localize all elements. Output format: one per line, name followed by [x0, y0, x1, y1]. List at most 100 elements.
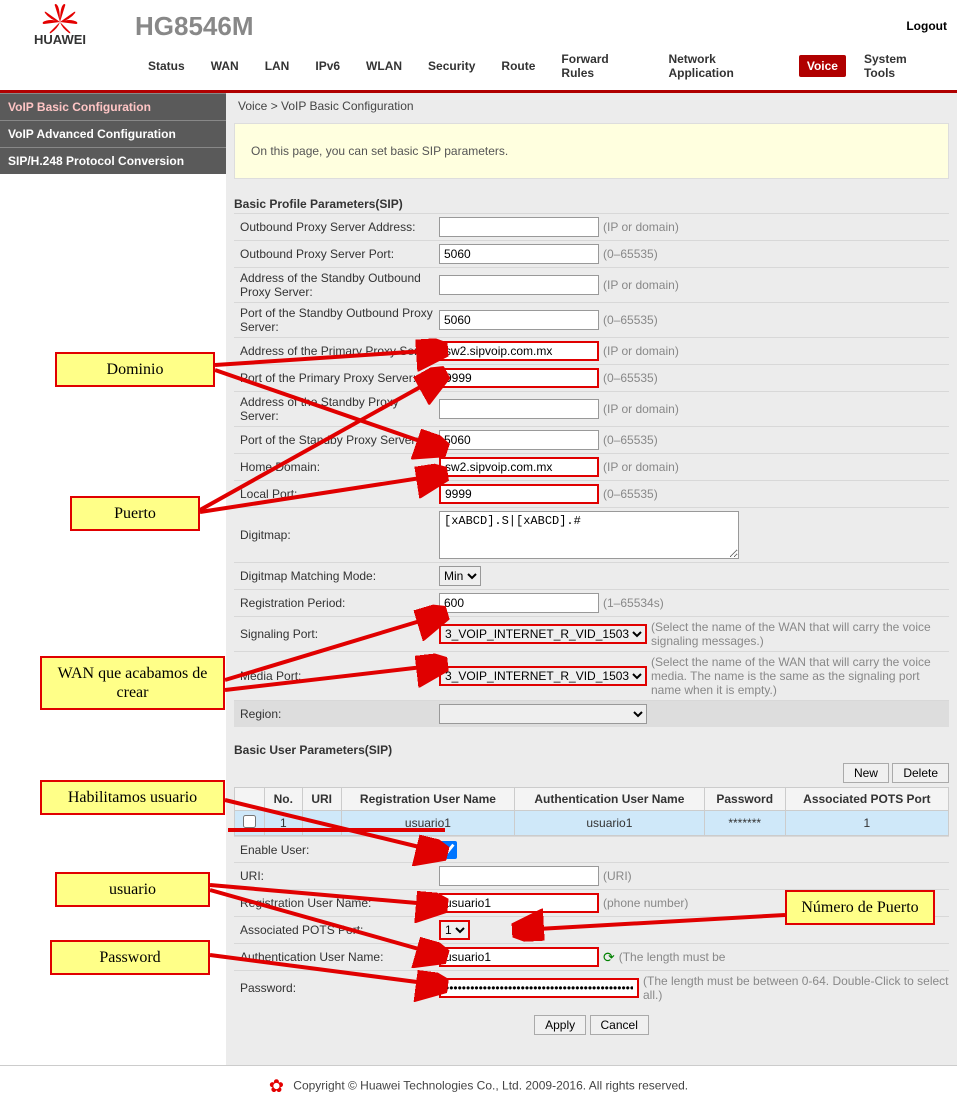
annot-dominio: Dominio	[55, 352, 215, 387]
sel-digitmap-mode[interactable]: Min	[439, 566, 481, 586]
hint-u2: (URI)	[603, 869, 632, 883]
in-outbound-addr[interactable]	[439, 217, 599, 237]
td-pots: 1	[785, 811, 948, 836]
main-nav: Status WAN LAN IPv6 WLAN Security Route …	[0, 42, 957, 93]
lbl-standby-out-addr: Address of the Standby Outbound Proxy Se…	[234, 271, 439, 299]
hint-r9: (IP or domain)	[603, 460, 679, 474]
nav-systools[interactable]: System Tools	[856, 48, 947, 84]
delete-button[interactable]: Delete	[892, 763, 949, 783]
brand-logo: HUAWEI	[10, 4, 110, 48]
in-primary-addr[interactable]	[439, 341, 599, 361]
info-box: On this page, you can set basic SIP para…	[234, 123, 949, 179]
lbl-home-domain: Home Domain:	[234, 460, 439, 474]
cancel-button[interactable]: Cancel	[590, 1015, 649, 1035]
lbl-digitmap-mode: Digitmap Matching Mode:	[234, 569, 439, 583]
annot-puerto: Puerto	[70, 496, 200, 531]
in-standby-port[interactable]	[439, 430, 599, 450]
lbl-standby-addr: Address of the Standby Proxy Server:	[234, 395, 439, 423]
lbl-password: Password:	[234, 981, 439, 995]
hint-r8: (0–65535)	[603, 433, 658, 447]
in-outbound-port[interactable]	[439, 244, 599, 264]
nav-lan[interactable]: LAN	[257, 55, 298, 77]
in-home-domain[interactable]	[439, 457, 599, 477]
th-uri: URI	[302, 788, 341, 811]
in-password[interactable]	[439, 978, 639, 998]
logout-link[interactable]: Logout	[906, 19, 947, 33]
hint-r1: (IP or domain)	[603, 220, 679, 234]
in-standby-addr[interactable]	[439, 399, 599, 419]
in-standby-out-port[interactable]	[439, 310, 599, 330]
in-standby-out-addr[interactable]	[439, 275, 599, 295]
nav-security[interactable]: Security	[420, 55, 483, 77]
hint-r2: (0–65535)	[603, 247, 658, 261]
model-title: HG8546M	[135, 11, 254, 42]
lbl-standby-port: Port of the Standby Proxy Server:	[234, 433, 439, 447]
sidebar-sip-h248[interactable]: SIP/H.248 Protocol Conversion	[0, 147, 226, 174]
table-row[interactable]: 1 -- usuario1 usuario1 ******* 1	[235, 811, 949, 836]
sel-media-port[interactable]: 3_VOIP_INTERNET_R_VID_1503	[439, 666, 647, 686]
th-no: No.	[265, 788, 303, 811]
sel-pots-port[interactable]: 1	[439, 920, 470, 940]
td-reg: usuario1	[341, 811, 514, 836]
row-checkbox[interactable]	[243, 815, 256, 828]
in-reg-user[interactable]	[439, 893, 599, 913]
td-no: 1	[265, 811, 303, 836]
th-auth: Authentication User Name	[515, 788, 705, 811]
chk-enable-user[interactable]	[439, 841, 457, 859]
sel-region[interactable]	[439, 704, 647, 724]
th-pwd: Password	[704, 788, 785, 811]
in-auth-user[interactable]	[439, 947, 599, 967]
section-basic-profile: Basic Profile Parameters(SIP)	[234, 191, 949, 213]
annot-usuario: usuario	[55, 872, 210, 907]
nav-netapp[interactable]: Network Application	[660, 48, 788, 84]
th-pots: Associated POTS Port	[785, 788, 948, 811]
sidebar-voip-basic[interactable]: VoIP Basic Configuration	[0, 93, 226, 120]
in-user-uri[interactable]	[439, 866, 599, 886]
hint-r10: (0–65535)	[603, 487, 658, 501]
nav-status[interactable]: Status	[140, 55, 193, 77]
lbl-primary-port: Port of the Primary Proxy Server:	[234, 371, 439, 385]
td-pwd: *******	[704, 811, 785, 836]
refresh-icon[interactable]: ⟳	[603, 949, 615, 966]
lbl-outbound-addr: Outbound Proxy Server Address:	[234, 220, 439, 234]
in-local-port[interactable]	[439, 484, 599, 504]
brand-text: HUAWEI	[34, 32, 86, 47]
in-reg-period[interactable]	[439, 593, 599, 613]
hint-r5: (IP or domain)	[603, 344, 679, 358]
sidebar: VoIP Basic Configuration VoIP Advanced C…	[0, 93, 226, 1065]
section-basic-user: Basic User Parameters(SIP)	[234, 737, 949, 759]
in-digitmap[interactable]: [xABCD].S|[xABCD].#	[439, 511, 739, 559]
hint-r7: (IP or domain)	[603, 402, 679, 416]
hint-r13: (1–65534s)	[603, 596, 664, 610]
nav-wan[interactable]: WAN	[203, 55, 247, 77]
nav-voice[interactable]: Voice	[799, 55, 846, 77]
lbl-primary-addr: Address of the Primary Proxy Server:	[234, 344, 439, 358]
sidebar-voip-advanced[interactable]: VoIP Advanced Configuration	[0, 120, 226, 147]
nav-forward[interactable]: Forward Rules	[553, 48, 650, 84]
lbl-outbound-port: Outbound Proxy Server Port:	[234, 247, 439, 261]
apply-button[interactable]: Apply	[534, 1015, 586, 1035]
td-auth: usuario1	[515, 811, 705, 836]
hint-r3: (IP or domain)	[603, 278, 679, 292]
header: HUAWEI HG8546M Logout	[0, 0, 957, 48]
copyright: Copyright © Huawei Technologies Co., Ltd…	[293, 1079, 688, 1093]
nav-ipv6[interactable]: IPv6	[307, 55, 348, 77]
breadcrumb: Voice > VoIP Basic Configuration	[234, 93, 949, 119]
hint-r14: (Select the name of the WAN that will ca…	[651, 620, 949, 648]
lbl-pots-port: Associated POTS Port:	[234, 923, 439, 937]
nav-wlan[interactable]: WLAN	[358, 55, 410, 77]
nav-route[interactable]: Route	[493, 55, 543, 77]
annot-habilitar: Habilitamos usuario	[40, 780, 225, 815]
lbl-enable-user: Enable User:	[234, 843, 439, 857]
user-table: No. URI Registration User Name Authentic…	[234, 787, 949, 836]
hint-r6: (0–65535)	[603, 371, 658, 385]
annot-wan: WAN que acabamos de crear	[40, 656, 225, 710]
td-uri: --	[302, 811, 341, 836]
hint-r4: (0–65535)	[603, 313, 658, 327]
annot-numpuerto: Número de Puerto	[785, 890, 935, 925]
sel-signaling-port[interactable]: 3_VOIP_INTERNET_R_VID_1503	[439, 624, 647, 644]
lbl-user-uri: URI:	[234, 869, 439, 883]
in-primary-port[interactable]	[439, 368, 599, 388]
lbl-region: Region:	[234, 707, 439, 721]
new-button[interactable]: New	[843, 763, 889, 783]
